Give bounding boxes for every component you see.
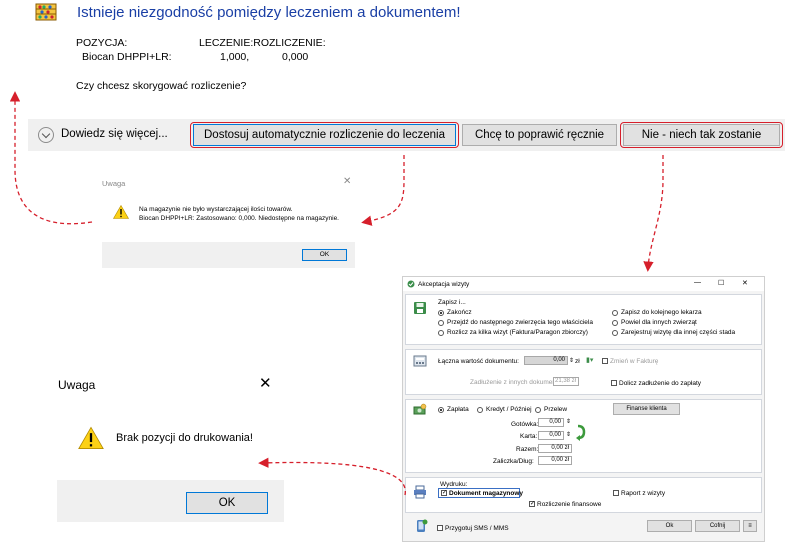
annotation-arrows [9,91,664,496]
arrow-to-small-warning [361,155,405,226]
arrow-to-akceptacja [643,155,664,272]
arrow-to-top-dialog [9,91,93,225]
arrow-to-big-warning [258,457,406,496]
